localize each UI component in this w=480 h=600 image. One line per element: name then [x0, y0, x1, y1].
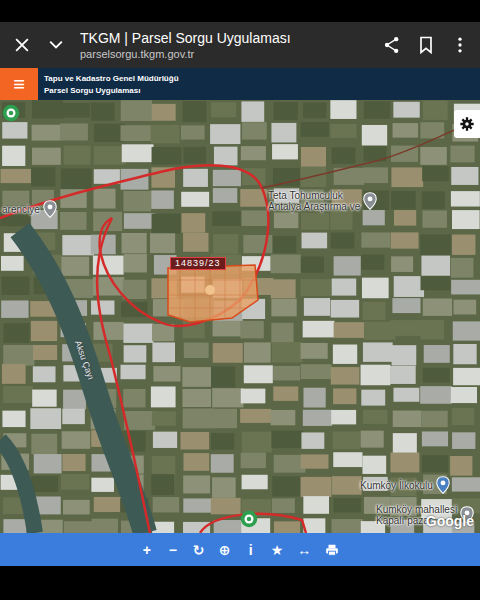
app-header: ≡ Tapu ve Kadastro Genel Müdürlüğü Parsel …	[0, 68, 480, 100]
page-title: TKGM | Parsel Sorgu Uygulaması	[80, 30, 368, 46]
chevron-down-icon[interactable]	[46, 35, 66, 55]
toolbar-button[interactable]: i	[245, 542, 257, 558]
more-icon[interactable]	[450, 35, 470, 55]
green-marker-icon[interactable]	[240, 510, 258, 528]
settings-button[interactable]	[454, 110, 480, 138]
place-label: Kumköy İlkokulu	[360, 480, 433, 491]
navigation-bar	[0, 566, 480, 600]
map[interactable]: 14839/23 arenciye Teta TohumculukAntalya A…	[0, 100, 480, 533]
river	[20, 230, 145, 533]
parcel-label[interactable]: 14839/23	[170, 257, 226, 270]
place-marker-icon[interactable]	[43, 200, 57, 218]
boundary-line	[0, 165, 268, 326]
place-label-line: Teta Tohumculuk	[268, 190, 360, 201]
satellite-map[interactable]	[0, 100, 480, 533]
place-label-line: arenciye	[2, 204, 40, 215]
place-marker-icon[interactable]	[363, 192, 377, 210]
place[interactable]: Teta TohumculukAntalya Araştırma ve	[268, 190, 377, 212]
place-label: Teta TohumculukAntalya Araştırma ve	[268, 190, 360, 212]
place[interactable]: arenciye	[2, 200, 57, 218]
parcel[interactable]	[168, 265, 258, 322]
map-toolbar: +−↻ ⊕ i ★ ↔	[0, 533, 480, 566]
close-icon[interactable]	[12, 35, 32, 55]
place-label: arenciye	[2, 204, 40, 215]
share-icon[interactable]	[382, 35, 402, 55]
place-label-line: Antalya Araştırma ve	[268, 201, 360, 212]
gear-icon	[459, 116, 475, 132]
app-titles: Tapu ve Kadastro Genel Müdürlüğü Parsel S…	[38, 68, 179, 100]
screen: TKGM | Parsel Sorgu Uygulaması parselsorg…	[0, 0, 480, 600]
place[interactable]: Kumköy İlkokulu	[360, 476, 450, 494]
toolbar-button[interactable]: +	[141, 542, 153, 558]
place-label-line: Kumköy İlkokulu	[360, 480, 433, 491]
organization-name: Tapu ve Kadastro Genel Müdürlüğü	[44, 74, 179, 83]
status-bar	[0, 0, 480, 22]
toolbar-button[interactable]: ⊕	[219, 542, 231, 558]
page-url: parselsorgu.tkgm.gov.tr	[80, 48, 368, 60]
bookmark-icon[interactable]	[416, 35, 436, 55]
google-logo: Google	[426, 513, 474, 529]
toolbar-button[interactable]: ★	[271, 542, 284, 558]
toolbar-button[interactable]: −	[167, 542, 179, 558]
school-marker-icon[interactable]	[436, 476, 450, 494]
toolbar-button[interactable]: ↔	[297, 542, 311, 558]
print-icon[interactable]	[325, 543, 339, 557]
app-name: Parsel Sorgu Uygulaması	[44, 86, 179, 95]
menu-button[interactable]: ≡	[0, 68, 38, 100]
toolbar-button[interactable]: ↻	[193, 542, 205, 558]
browser-bar: TKGM | Parsel Sorgu Uygulaması parselsorg…	[0, 22, 480, 68]
green-marker-icon[interactable]	[2, 104, 20, 122]
page-title-block: TKGM | Parsel Sorgu Uygulaması parselsorg…	[80, 30, 368, 60]
